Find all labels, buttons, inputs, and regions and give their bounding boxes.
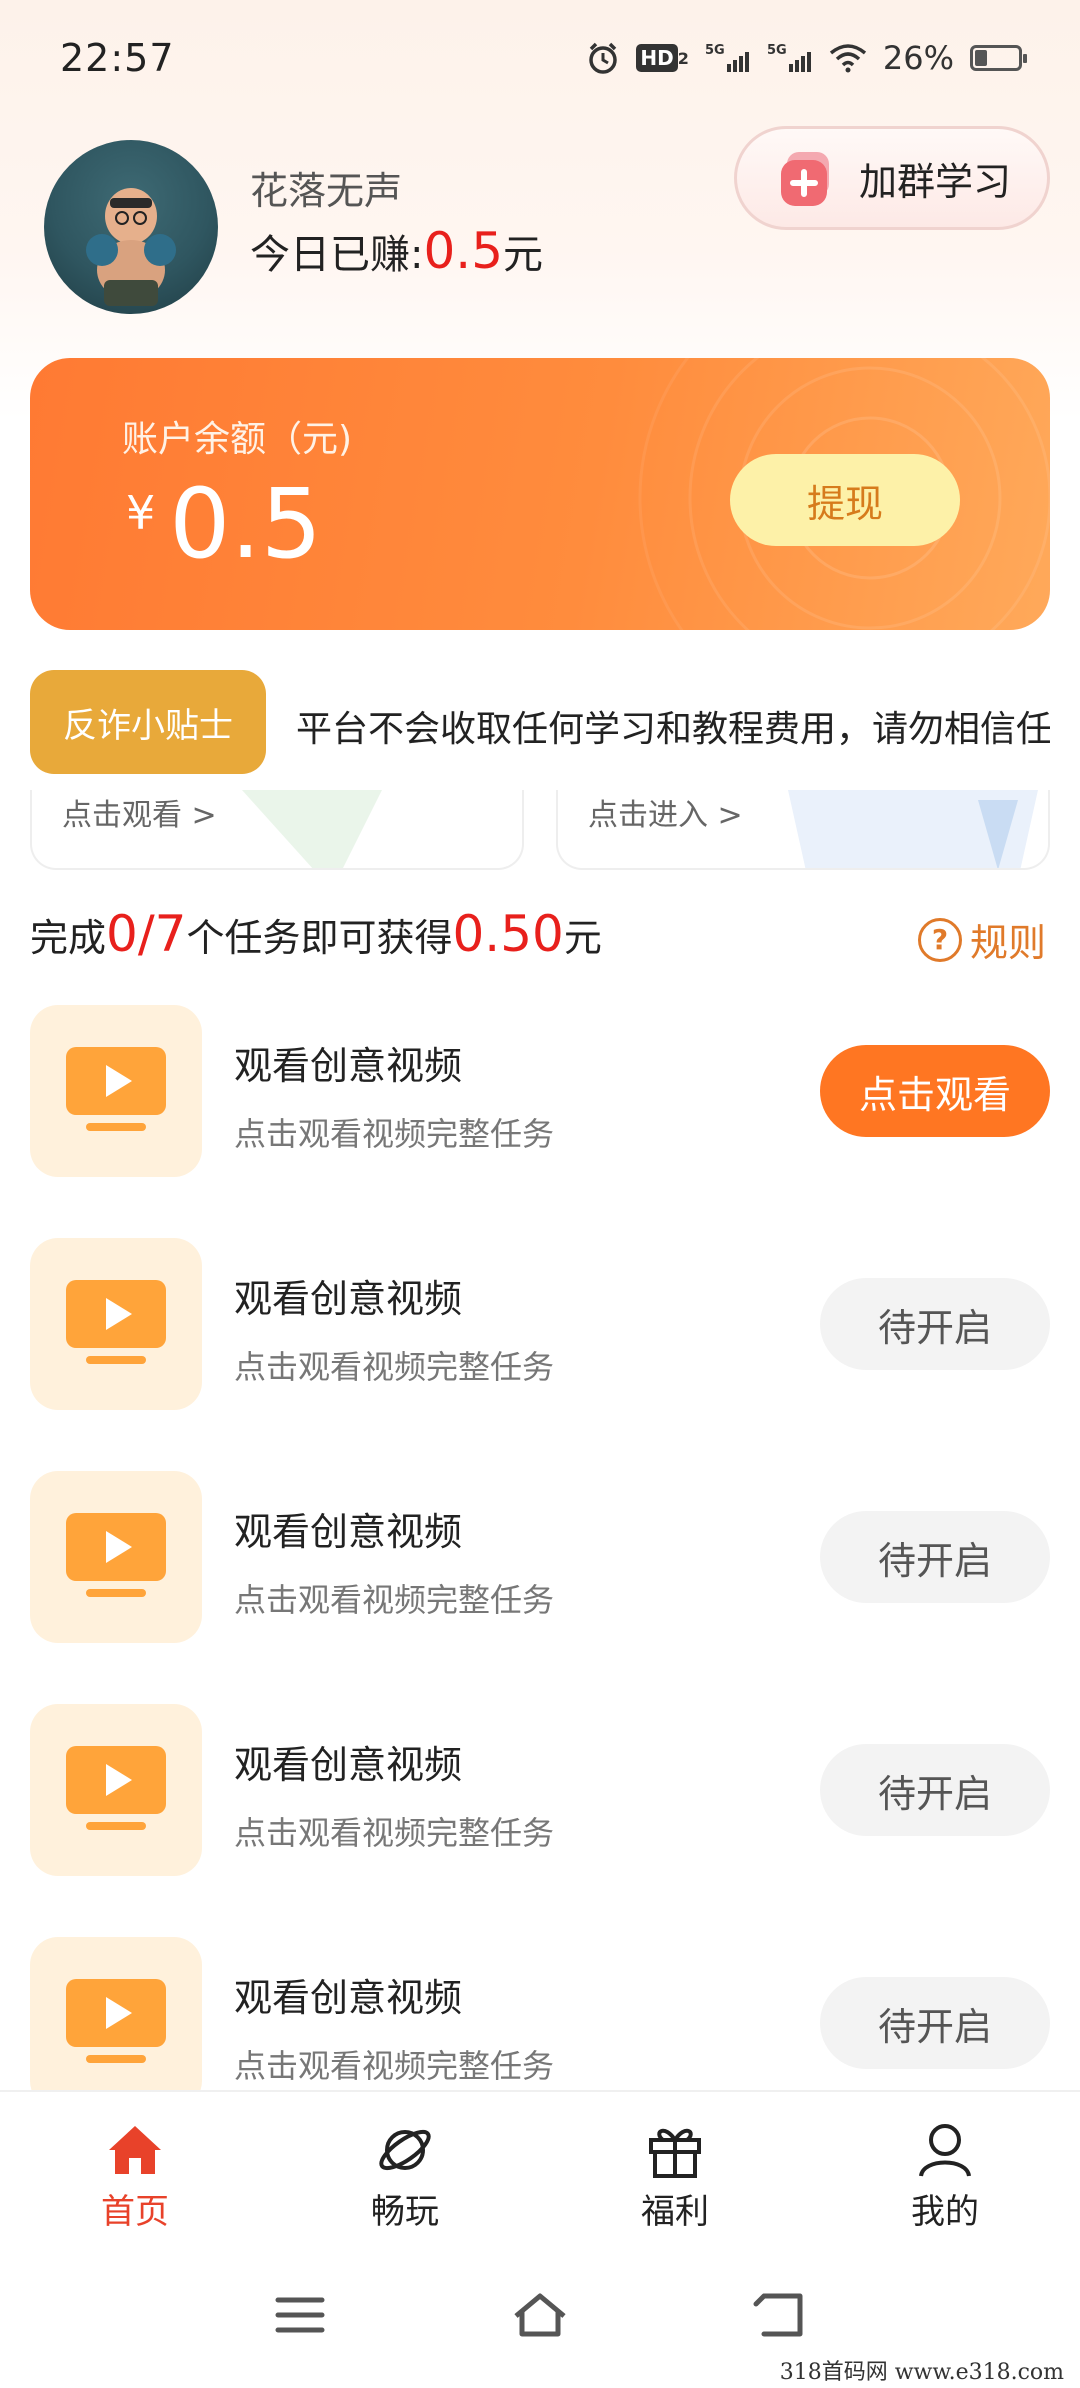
home-outline-icon[interactable]	[510, 2290, 570, 2340]
today-earned: 今日已赚:0.5元	[250, 222, 543, 280]
task-title: 观看创意视频	[234, 1743, 463, 1787]
task-thumbnail	[30, 1471, 202, 1643]
task-subtitle: 点击观看视频完整任务	[234, 1115, 555, 1153]
task-item: 观看创意视频点击观看视频完整任务 待开启	[0, 1937, 1080, 2090]
avatar[interactable]	[44, 140, 218, 314]
currency-symbol: ¥	[126, 486, 156, 540]
plus-badge-icon	[773, 146, 843, 210]
task-thumbnail	[30, 1704, 202, 1876]
watermark: 318首码网 www.e318.com	[775, 2352, 1068, 2388]
nav-welfare[interactable]: 福利	[575, 2120, 775, 2233]
card-decoration	[788, 790, 1038, 868]
summary-prefix: 完成	[30, 916, 107, 960]
task-list[interactable]: 观看创意视频 点击观看视频完整任务 点击观看 观看创意视频 点击观看视频完整任务 待开启观…	[0, 1005, 1080, 2090]
nav-welfare-label: 福利	[641, 2192, 709, 2232]
earned-prefix: 今日已赚:	[250, 232, 424, 278]
fraud-tip-marquee: 平台不会收取任何学习和教程费用，请勿相信任何	[296, 670, 1050, 774]
nav-mine-label: 我的	[911, 2192, 979, 2232]
balance-label: 账户余额（元)	[122, 419, 353, 460]
pending-task-button[interactable]: 待开启	[820, 1511, 1050, 1603]
home-icon	[109, 2126, 161, 2174]
battery-percent: 26%	[882, 39, 954, 77]
video-play-icon	[66, 1513, 166, 1597]
planet-icon	[379, 2129, 431, 2171]
task-title: 观看创意视频	[234, 1510, 463, 1554]
task-subtitle: 点击观看视频完整任务	[234, 2047, 555, 2085]
pending-task-button[interactable]: 待开启	[820, 1278, 1050, 1370]
task-thumbnail	[30, 1005, 202, 1177]
video-play-icon	[66, 1280, 166, 1364]
join-group-button[interactable]: 加群学习	[734, 126, 1050, 230]
battery-fill	[975, 50, 987, 66]
enter-card[interactable]: 点击进入 >	[556, 790, 1050, 870]
task-reward: 0.50	[452, 905, 564, 963]
rules-link[interactable]: ? 规则	[917, 912, 1046, 967]
video-play-icon	[66, 1047, 166, 1131]
task-item: 观看创意视频点击观看视频完整任务 点击观看	[0, 1005, 1080, 1181]
withdraw-button[interactable]: 提现	[730, 454, 960, 546]
nav-home[interactable]: 首页	[35, 2120, 235, 2233]
pending-task-button[interactable]: 待开启	[820, 1977, 1050, 2069]
card-decoration	[242, 790, 382, 868]
pending-task-button[interactable]: 待开启	[820, 1744, 1050, 1836]
summary-suffix: 元	[563, 916, 602, 960]
task-title: 观看创意视频	[234, 1277, 463, 1321]
avatar-figure	[86, 188, 176, 306]
task-subtitle: 点击观看视频完整任务	[234, 1581, 555, 1619]
5g-label: 5G	[705, 43, 725, 58]
back-icon[interactable]	[750, 2290, 810, 2340]
watch-video-button[interactable]: 点击观看	[820, 1045, 1050, 1137]
task-thumbnail	[30, 1238, 202, 1410]
nav-mine[interactable]: 我的	[845, 2120, 1045, 2233]
question-icon: ?	[917, 917, 962, 962]
fraud-tip-text: 平台不会收取任何学习和教程费用，请勿相信任何	[296, 709, 1050, 750]
rules-label: 规则	[969, 921, 1046, 965]
balance-value: 0.5	[169, 468, 322, 580]
summary-middle: 个任务即可获得	[186, 916, 453, 960]
task-summary: 完成0/7个任务即可获得0.50元	[30, 905, 602, 963]
alarm-icon	[586, 41, 620, 75]
task-earning-page: 22:57 HD 2 5G 5G 26% 花落无声 今日已赚:0.5元 加群学习…	[0, 0, 1080, 2388]
nav-home-label: 首页	[101, 2192, 169, 2232]
hd-icon: HD 2	[636, 44, 689, 72]
task-item: 观看创意视频点击观看视频完整任务 待开启	[0, 1704, 1080, 1880]
status-bar: 22:57 HD 2 5G 5G 26%	[0, 0, 1080, 115]
5g-signal-icon: 5G	[767, 42, 813, 74]
wifi-icon	[829, 43, 867, 73]
task-title: 观看创意视频	[234, 1044, 463, 1088]
task-subtitle: 点击观看视频完整任务	[234, 1814, 555, 1852]
person-icon	[919, 2124, 971, 2177]
task-item: 观看创意视频点击观看视频完整任务 待开启	[0, 1471, 1080, 1647]
task-item: 观看创意视频点击观看视频完整任务 待开启	[0, 1238, 1080, 1414]
menu-icon[interactable]	[270, 2290, 330, 2340]
nav-play-label: 畅玩	[371, 2192, 439, 2232]
nav-play[interactable]: 畅玩	[305, 2120, 505, 2233]
join-group-label: 加群学习	[859, 159, 1012, 204]
balance-amount: ¥0.5	[126, 468, 322, 580]
bottom-nav: 首页 畅玩 福利 我的	[0, 2090, 1080, 2240]
battery-icon	[970, 45, 1027, 71]
earned-value: 0.5	[423, 222, 504, 280]
watch-card-link[interactable]: 点击观看 >	[62, 790, 217, 834]
task-progress: 0/7	[106, 905, 187, 963]
task-title: 观看创意视频	[234, 1976, 463, 2020]
watch-card[interactable]: 点击观看 >	[30, 790, 524, 870]
gift-icon	[649, 2128, 701, 2178]
5g-label: 5G	[767, 43, 787, 58]
video-play-icon	[66, 1746, 166, 1830]
task-subtitle: 点击观看视频完整任务	[234, 1348, 555, 1386]
status-time: 22:57	[60, 36, 175, 80]
task-thumbnail	[30, 1937, 202, 2090]
status-icons: HD 2 5G 5G 26%	[586, 38, 1027, 78]
fraud-tip-tag: 反诈小贴士	[30, 670, 266, 774]
enter-card-link[interactable]: 点击进入 >	[588, 790, 743, 834]
video-play-icon	[66, 1979, 166, 2063]
balance-card: 账户余额（元) ¥0.5 提现	[30, 358, 1050, 630]
5g-signal-icon: 5G	[705, 42, 751, 74]
earned-unit: 元	[503, 232, 544, 278]
user-name: 花落无声	[250, 169, 403, 213]
